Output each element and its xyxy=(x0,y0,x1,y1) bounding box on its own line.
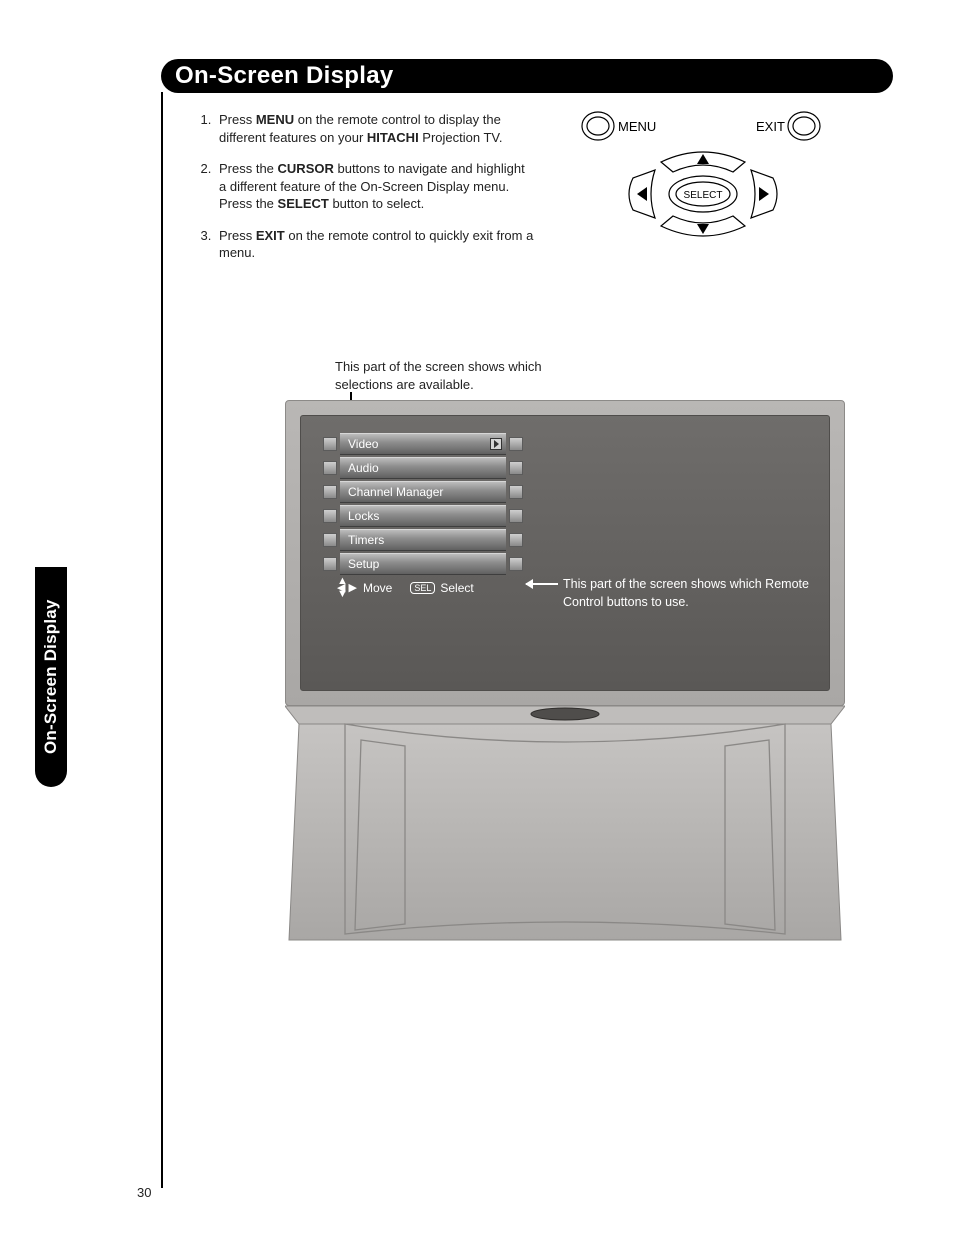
osd-cap-icon xyxy=(323,437,337,451)
bold-text: CURSOR xyxy=(278,161,334,176)
menu-button-icon xyxy=(582,112,614,140)
menu-label: MENU xyxy=(618,119,656,134)
exit-button-icon xyxy=(788,112,820,140)
move-label: Move xyxy=(363,581,392,595)
page-title: On-Screen Display xyxy=(161,59,893,93)
submenu-arrow-icon xyxy=(490,438,502,450)
arrow-right-icon xyxy=(759,187,769,201)
dpad-icon: SELECT xyxy=(629,152,777,236)
arrow-left-icon xyxy=(637,187,647,201)
osd-item-audio: Audio xyxy=(323,456,523,479)
sel-badge: SEL xyxy=(410,582,435,594)
osd-item-label: Setup xyxy=(340,553,506,575)
instruction-item: Press the CURSOR buttons to navigate and… xyxy=(215,160,535,213)
text: button to select. xyxy=(329,196,424,211)
osd-cap-icon xyxy=(509,557,523,571)
exit-label: EXIT xyxy=(756,119,785,134)
select-label: SELECT xyxy=(684,190,723,201)
arrow-down-icon xyxy=(697,224,709,234)
side-tab-label: On-Screen Display xyxy=(35,567,67,787)
osd-item-label: Locks xyxy=(340,505,506,527)
ir-window-icon xyxy=(531,708,599,720)
bold-text: EXIT xyxy=(256,228,285,243)
arrow-up-icon xyxy=(697,154,709,164)
tv-screen: Video Audio Channel Manager xyxy=(300,415,830,691)
select-label: Select xyxy=(440,581,473,595)
tv-cabinet xyxy=(285,700,845,950)
instruction-list: Press MENU on the remote control to disp… xyxy=(195,111,535,276)
bold-text: SELECT xyxy=(278,196,329,211)
osd-item-channel-manager: Channel Manager xyxy=(323,480,523,503)
osd-item-label: Channel Manager xyxy=(340,481,506,503)
osd-item-label: Audio xyxy=(340,457,506,479)
instruction-item: Press MENU on the remote control to disp… xyxy=(215,111,535,146)
arrow-left-icon xyxy=(526,583,558,585)
bold-text: MENU xyxy=(256,112,294,127)
osd-item-label: Timers xyxy=(340,529,506,551)
callout-available-selections: This part of the screen shows which sele… xyxy=(335,358,545,393)
osd-cap-icon xyxy=(509,461,523,475)
page-number: 30 xyxy=(137,1185,151,1200)
osd-cap-icon xyxy=(323,461,337,475)
osd-item-setup: Setup xyxy=(323,552,523,575)
osd-cap-icon xyxy=(323,485,337,499)
binding-spine xyxy=(161,92,163,1188)
manual-page: On-Screen Display On-Screen Display Pres… xyxy=(0,0,954,1235)
bold-text: HITACHI xyxy=(367,130,419,145)
tv-illustration: Video Audio Channel Manager xyxy=(285,400,845,960)
text: Press xyxy=(219,112,256,127)
osd-cap-icon xyxy=(509,533,523,547)
osd-item-timers: Timers xyxy=(323,528,523,551)
text: Video xyxy=(348,437,378,451)
osd-item-label: Video xyxy=(340,433,506,455)
osd-item-locks: Locks xyxy=(323,504,523,527)
osd-cap-icon xyxy=(323,509,337,523)
text: Press the xyxy=(219,161,278,176)
osd-cap-icon xyxy=(509,509,523,523)
osd-cap-icon xyxy=(509,485,523,499)
move-arrows-icon: ▲◀ ▶▼ xyxy=(337,578,357,598)
callout-remote-buttons: This part of the screen shows which Remo… xyxy=(563,576,813,611)
osd-menu: Video Audio Channel Manager xyxy=(323,432,523,599)
osd-item-video: Video xyxy=(323,432,523,455)
instruction-item: Press EXIT on the remote control to quic… xyxy=(215,227,535,262)
remote-diagram: MENU EXIT xyxy=(580,108,826,248)
osd-cap-icon xyxy=(323,557,337,571)
text: Projection TV. xyxy=(419,130,503,145)
text: Press xyxy=(219,228,256,243)
osd-cap-icon xyxy=(323,533,337,547)
osd-cap-icon xyxy=(509,437,523,451)
osd-help-bar: ▲◀ ▶▼ Move SEL Select xyxy=(323,577,523,599)
tv-bezel: Video Audio Channel Manager xyxy=(285,400,845,706)
